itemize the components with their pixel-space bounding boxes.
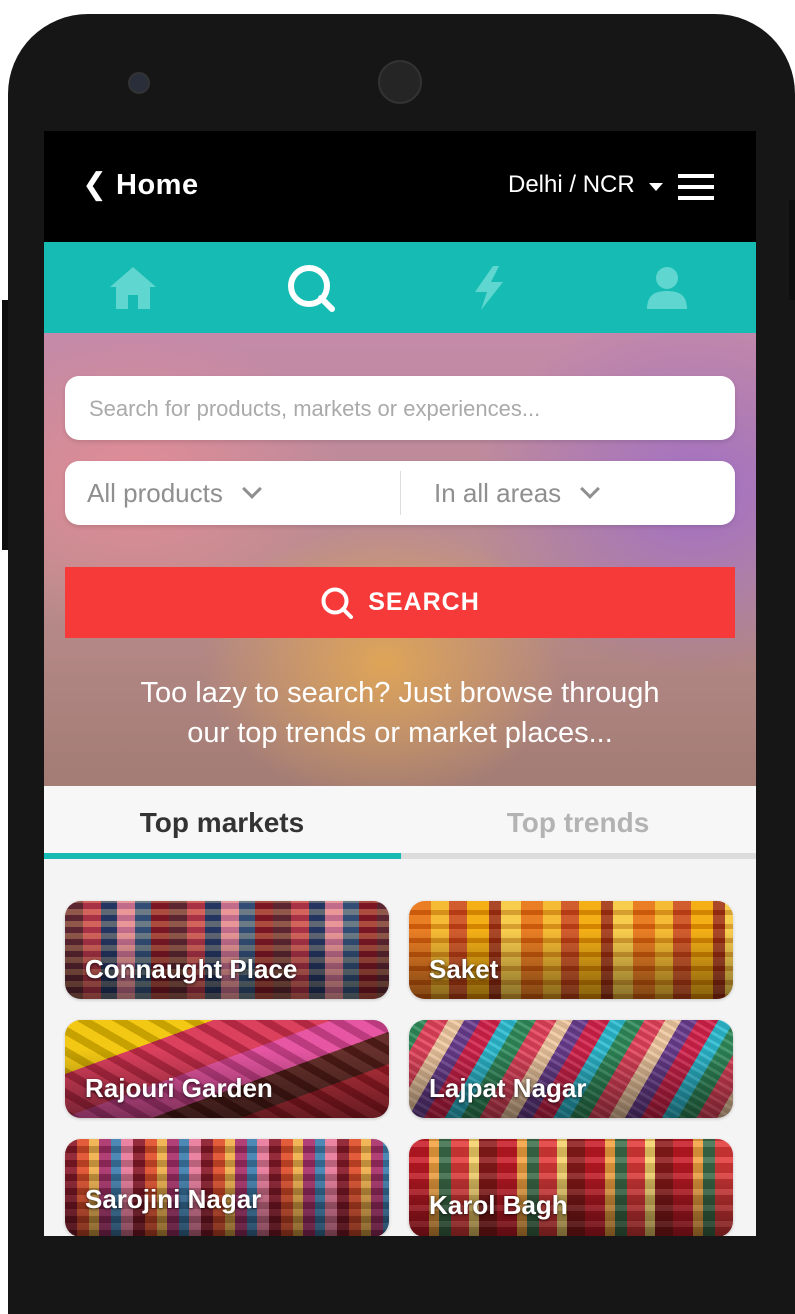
nav-bar bbox=[44, 242, 756, 333]
search-button-label: SEARCH bbox=[368, 588, 480, 616]
market-card-label: Sarojini Nagar bbox=[85, 1184, 262, 1214]
market-card-connaught-place[interactable]: Connaught Place bbox=[65, 901, 389, 999]
tab-top-trends[interactable]: Top trends bbox=[400, 786, 756, 859]
earpiece-speaker bbox=[378, 60, 422, 104]
tab-top-markets[interactable]: Top markets bbox=[44, 786, 400, 859]
market-card-label: Rajouri Garden bbox=[85, 1073, 273, 1103]
market-card-sarojini-nagar[interactable]: Sarojini Nagar bbox=[65, 1139, 389, 1236]
market-card-lajpat-nagar[interactable]: Lajpat Nagar bbox=[409, 1020, 733, 1118]
nav-trending[interactable] bbox=[400, 242, 578, 333]
nav-profile[interactable] bbox=[578, 242, 756, 333]
area-filter-label: In all areas bbox=[434, 477, 562, 508]
market-card-rajouri-garden[interactable]: Rajouri Garden bbox=[65, 1020, 389, 1118]
product-filter-label: All products bbox=[87, 477, 223, 508]
filter-box: All products In all areas bbox=[65, 461, 735, 525]
search-icon bbox=[288, 264, 335, 312]
chevron-down-icon bbox=[580, 479, 601, 499]
phone-side-button-right bbox=[789, 200, 795, 300]
app-screen: ❮ Home Delhi / NCR Search for products, … bbox=[44, 131, 756, 1236]
market-card-label: Lajpat Nagar bbox=[429, 1073, 587, 1103]
market-card-label: Saket bbox=[429, 954, 499, 984]
search-input[interactable] bbox=[87, 376, 711, 442]
market-card-saket[interactable]: Saket bbox=[409, 901, 733, 999]
market-card-label: Connaught Place bbox=[85, 954, 298, 984]
browse-prompt: Too lazy to search? Just browse through … bbox=[44, 673, 756, 753]
back-chevron-icon[interactable]: ❮ bbox=[82, 167, 107, 202]
area-filter-dropdown[interactable]: In all areas bbox=[434, 461, 601, 525]
browse-prompt-line-1: Too lazy to search? Just browse through bbox=[140, 677, 660, 709]
market-card-label: Karol Bagh bbox=[429, 1190, 568, 1220]
search-button[interactable]: SEARCH bbox=[65, 567, 735, 638]
user-icon bbox=[647, 266, 687, 309]
tab-bar: Top markets Top trends bbox=[44, 786, 756, 859]
nav-home[interactable] bbox=[44, 242, 222, 333]
search-icon bbox=[321, 587, 354, 619]
top-bar: ❮ Home Delhi / NCR bbox=[44, 131, 756, 242]
lightning-icon bbox=[475, 265, 503, 310]
product-filter-dropdown[interactable]: All products bbox=[87, 461, 262, 525]
page-title[interactable]: Home bbox=[116, 169, 199, 202]
search-box bbox=[65, 376, 735, 442]
filter-divider bbox=[400, 471, 401, 515]
city-selector[interactable]: Delhi / NCR bbox=[508, 171, 635, 199]
hamburger-menu-icon[interactable] bbox=[678, 174, 714, 200]
caret-down-icon[interactable] bbox=[649, 183, 663, 191]
front-camera bbox=[128, 72, 150, 94]
phone-side-button bbox=[2, 300, 8, 550]
nav-search[interactable] bbox=[222, 242, 400, 333]
browse-prompt-line-2: our top trends or market places... bbox=[187, 717, 613, 749]
search-hero: All products In all areas SEARCH Too laz… bbox=[44, 333, 756, 786]
home-icon bbox=[110, 266, 156, 309]
card-shade bbox=[409, 1139, 733, 1236]
market-card-karol-bagh[interactable]: Karol Bagh bbox=[409, 1139, 733, 1236]
chevron-down-icon bbox=[241, 479, 262, 499]
market-grid: Connaught Place Saket Rajouri Garden Laj… bbox=[44, 859, 756, 1236]
